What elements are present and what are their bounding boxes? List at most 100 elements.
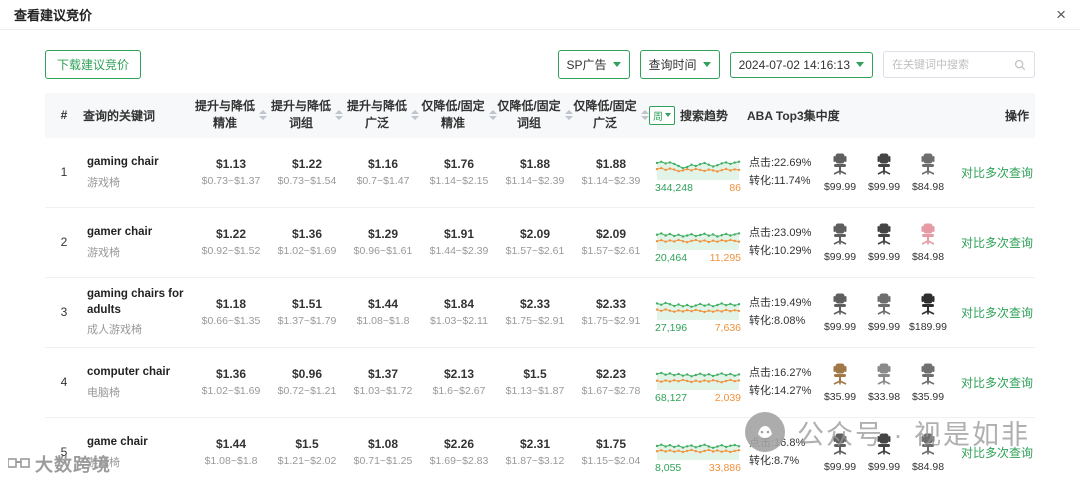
click-rate: 点击:16.27% [749, 366, 812, 379]
trend-period-select[interactable]: 周 [649, 105, 675, 125]
bid-value: $2.09 [595, 227, 627, 242]
sort-icon[interactable] [564, 110, 573, 121]
product-thumb: $99.99 [821, 152, 859, 193]
bid-value: $1.44 [215, 437, 247, 452]
bid-value: $2.26 [443, 437, 475, 452]
bid-cell: $2.31 $1.87~$3.12 [497, 437, 573, 467]
col-aba: ABA Top3集中度 [747, 108, 840, 123]
bid-range: $1.08~$1.8 [356, 315, 410, 328]
aba-metrics: 点击:16.8% 转化:8.7% [749, 434, 813, 471]
dialog-title: 查看建议竞价 [14, 8, 93, 23]
top3-products: $35.99 $33.98 $35.99 [821, 362, 947, 403]
conversion-rate: 转化:10.29% [749, 245, 812, 258]
trend-green-value: 344,248 [655, 181, 693, 194]
top3-products: $99.99 $99.99 $84.98 [821, 152, 947, 193]
bid-value: $1.29 [367, 227, 399, 242]
keyword: gaming chairs for adults [87, 288, 184, 316]
chair-image [828, 222, 852, 249]
sort-icon[interactable] [335, 110, 343, 121]
close-icon[interactable]: × [1056, 6, 1066, 23]
bid-value: $1.51 [291, 297, 323, 312]
bid-value: $1.13 [215, 157, 247, 172]
chair-image [828, 152, 852, 179]
col-raise-lower-broad: 提升与降低 广泛 [345, 93, 421, 138]
site-name: 大数跨境 [35, 455, 111, 475]
table-row: 1 gaming chair 游戏椅 $1.13 $0.73~$1.37 $1.22 $0.… [45, 138, 1035, 208]
keyword-translation: 游戏椅 [87, 246, 120, 259]
product-price: $99.99 [823, 180, 857, 193]
col-raise-lower-phrase: 提升与降低 词组 [269, 93, 345, 138]
ad-type-label: SP广告 [566, 58, 607, 72]
compare-queries-link[interactable]: 对比多次查询 [961, 446, 1033, 460]
click-rate: 点击:19.49% [749, 296, 812, 309]
col-lower-fixed-exact: 仅降低/固定 精准 [421, 93, 497, 138]
bid-cell: $1.36 $1.02~$1.69 [269, 227, 345, 257]
product-thumb: $35.99 [821, 362, 859, 403]
trend-cell: 344,248 86 [649, 151, 747, 194]
bid-value: $2.09 [519, 227, 551, 242]
product-thumb: $99.99 [865, 222, 903, 263]
bid-range: $1.87~$3.12 [505, 455, 565, 468]
bid-cell: $1.16 $0.7~$1.47 [345, 157, 421, 187]
keyword: gamer chair [87, 226, 153, 239]
product-price: $35.99 [911, 390, 945, 403]
product-thumb: $99.99 [865, 292, 903, 333]
compare-queries-link[interactable]: 对比多次查询 [961, 376, 1033, 390]
chair-image [916, 432, 940, 459]
product-thumb: $99.99 [865, 152, 903, 193]
bid-cell: $2.33 $1.75~$2.91 [573, 297, 649, 327]
click-rate: 点击:23.09% [749, 226, 812, 239]
chair-image [828, 292, 852, 319]
product-price: $84.98 [911, 250, 945, 263]
chair-image [916, 292, 940, 319]
chair-image [872, 432, 896, 459]
search-input[interactable] [892, 58, 1014, 71]
col-index: # [60, 108, 68, 123]
chair-image [916, 362, 940, 389]
bid-range: $1.67~$2.78 [581, 385, 641, 398]
col-lower-fixed-phrase: 仅降低/固定 词组 [497, 93, 573, 138]
aba-cell: 点击:16.27% 转化:14.27% $35.99 $33.98 $35.99 [747, 362, 947, 403]
bid-cell: $1.08 $0.71~$1.25 [345, 437, 421, 467]
bid-value: $2.13 [443, 367, 475, 382]
top3-products: $99.99 $99.99 $84.98 [821, 432, 947, 473]
compare-queries-link[interactable]: 对比多次查询 [961, 166, 1033, 180]
compare-queries-link[interactable]: 对比多次查询 [961, 236, 1033, 250]
trend-cell: 27,196 7,636 [649, 291, 747, 334]
chair-image [872, 362, 896, 389]
aba-metrics: 点击:16.27% 转化:14.27% [749, 364, 813, 401]
sort-icon[interactable] [488, 110, 497, 121]
download-button[interactable]: 下载建议竞价 [45, 50, 142, 79]
bid-value: $2.33 [519, 297, 551, 312]
bid-value: $1.84 [443, 297, 475, 312]
product-thumb: $99.99 [865, 432, 903, 473]
bid-range: $1.6~$2.67 [432, 385, 486, 398]
sort-icon[interactable] [411, 110, 419, 121]
sort-icon[interactable] [640, 110, 649, 121]
chevron-down-icon [612, 62, 621, 67]
chevron-down-icon [856, 62, 864, 67]
aba-metrics: 点击:23.09% 转化:10.29% [749, 224, 813, 261]
compare-queries-link[interactable]: 对比多次查询 [961, 306, 1033, 320]
bid-range: $1.02~$1.69 [277, 245, 337, 258]
ad-type-select[interactable]: SP广告 [557, 50, 630, 79]
datetime-select[interactable]: 2024-07-02 14:16:13 [729, 51, 873, 78]
trend-green-value: 20,464 [655, 251, 688, 264]
query-time-select[interactable]: 查询时间 [639, 50, 720, 79]
sort-icon[interactable] [259, 110, 267, 121]
chair-image [828, 432, 852, 459]
bid-value: $1.22 [291, 157, 323, 172]
aba-metrics: 点击:22.69% 转化:11.74% [749, 154, 813, 191]
keyword-cell: gaming chairs for adults 成人游戏椅 [83, 287, 193, 337]
bid-value: $1.08 [367, 437, 399, 452]
keyword: game chair [87, 436, 148, 449]
bid-value: $1.88 [595, 157, 627, 172]
bid-range: $1.15~$2.04 [581, 455, 641, 468]
bid-cell: $2.09 $1.57~$2.61 [573, 227, 649, 257]
col-search-trend: 周 搜索趋势 [649, 101, 747, 130]
product-thumb: $84.98 [909, 152, 947, 193]
chair-image [828, 362, 852, 389]
bid-value: $1.5 [523, 367, 547, 382]
keyword-translation: 电脑椅 [87, 386, 120, 399]
bid-value: $1.76 [443, 157, 475, 172]
